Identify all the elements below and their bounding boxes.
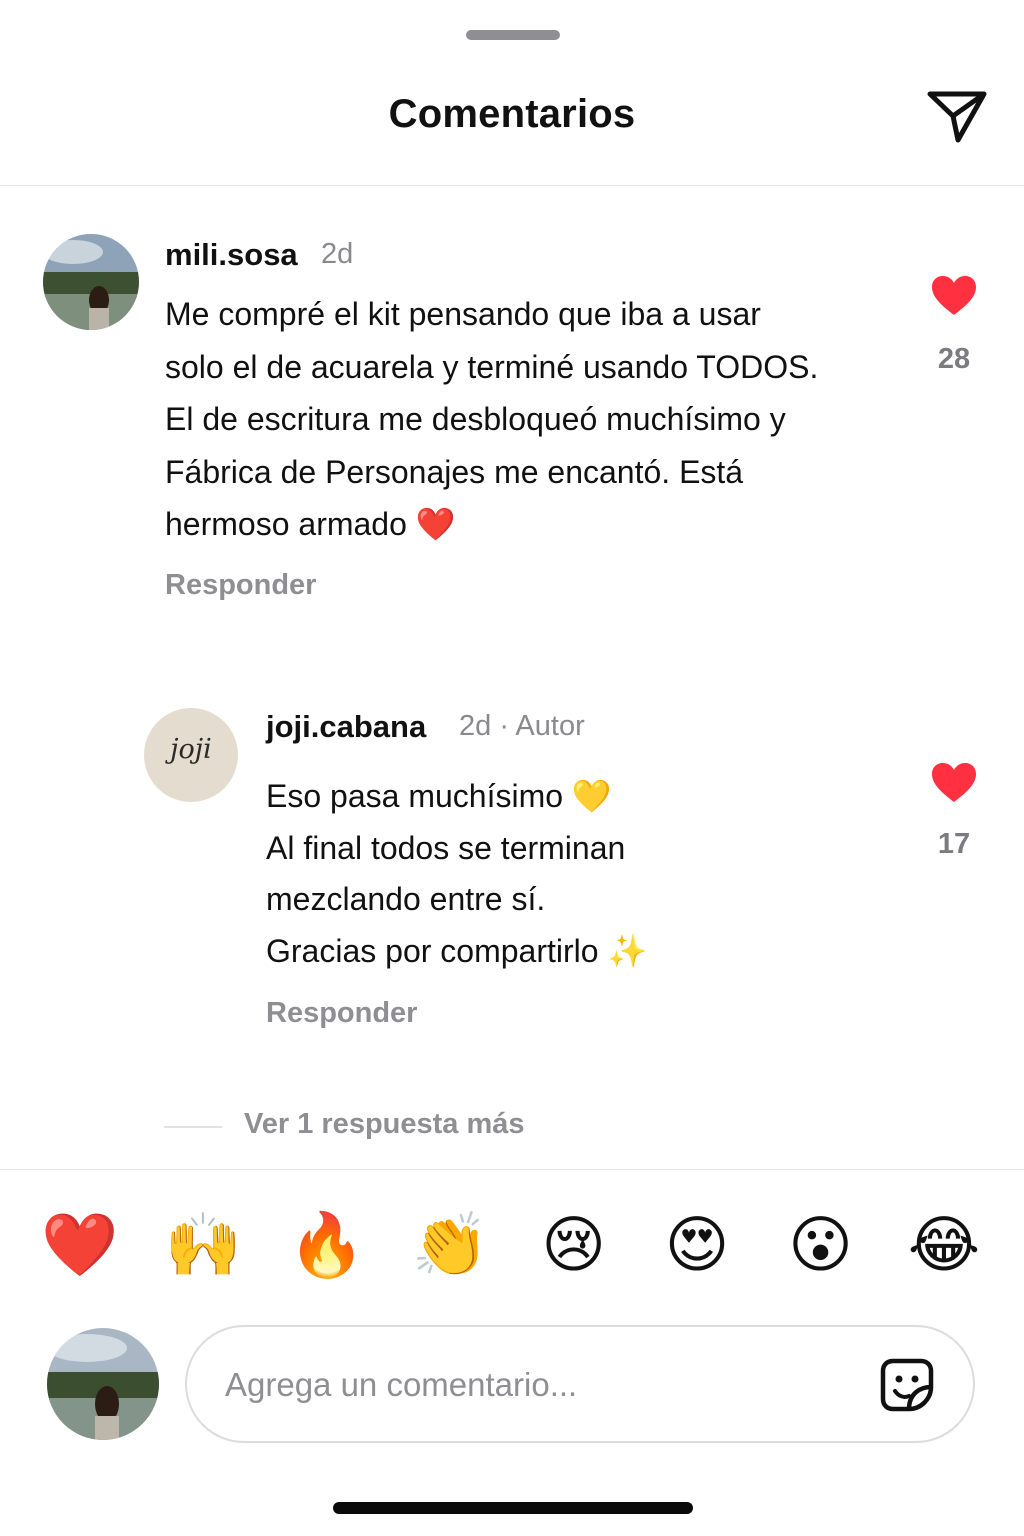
reaction-fire[interactable]: 🔥: [267, 1208, 387, 1284]
comment-text: Eso pasa muchísimo 💛 Al final todos se t…: [266, 778, 648, 969]
comment-time: 2d: [321, 238, 354, 270]
reaction-heart-eyes[interactable]: 😍: [637, 1208, 757, 1284]
reply-button[interactable]: Responder: [165, 569, 316, 602]
home-indicator: [333, 1502, 693, 1514]
like-count: 17: [937, 828, 971, 860]
comment-username[interactable]: mili.sosa: [165, 237, 298, 273]
reaction-clap[interactable]: 👏: [390, 1208, 510, 1284]
replies-divider-line: [164, 1126, 222, 1128]
reaction-crying[interactable]: 😢: [514, 1208, 634, 1284]
sheet-title: Comentarios: [388, 92, 636, 136]
footer-divider: [0, 1169, 1024, 1170]
quick-reactions-bar: ❤️ 🙌 🔥 👏 😢 😍 😮 😂: [20, 1208, 1004, 1284]
avatar[interactable]: [43, 234, 139, 330]
send-icon[interactable]: [924, 86, 990, 146]
like-heart-icon[interactable]: [931, 275, 977, 317]
comment-username[interactable]: joji.cabana: [266, 709, 426, 745]
reaction-heart[interactable]: ❤️: [20, 1208, 140, 1284]
comment-text: Me compré el kit pensando que iba a usar…: [165, 296, 819, 542]
view-more-replies-button[interactable]: Ver 1 respuesta más: [244, 1108, 525, 1141]
comment-time: 2d · Autor: [459, 710, 585, 742]
avatar[interactable]: joji: [144, 708, 238, 802]
like-heart-icon[interactable]: [931, 762, 977, 804]
comment-input[interactable]: [223, 1327, 847, 1443]
like-count: 28: [937, 343, 971, 375]
avatar-logo-text: joji: [170, 734, 212, 765]
reaction-raised-hands[interactable]: 🙌: [143, 1208, 263, 1284]
reply-button[interactable]: Responder: [266, 997, 417, 1030]
current-user-avatar[interactable]: [47, 1328, 159, 1440]
header-divider: [0, 185, 1024, 186]
reaction-laughing[interactable]: 😂: [884, 1208, 1004, 1284]
reaction-surprised[interactable]: 😮: [761, 1208, 881, 1284]
comments-sheet: Comentarios mili.sosa 2d Me compré el ki…: [0, 0, 1024, 1536]
drag-handle[interactable]: [466, 30, 560, 40]
sticker-icon[interactable]: [879, 1357, 935, 1413]
comment-composer: [185, 1325, 975, 1443]
